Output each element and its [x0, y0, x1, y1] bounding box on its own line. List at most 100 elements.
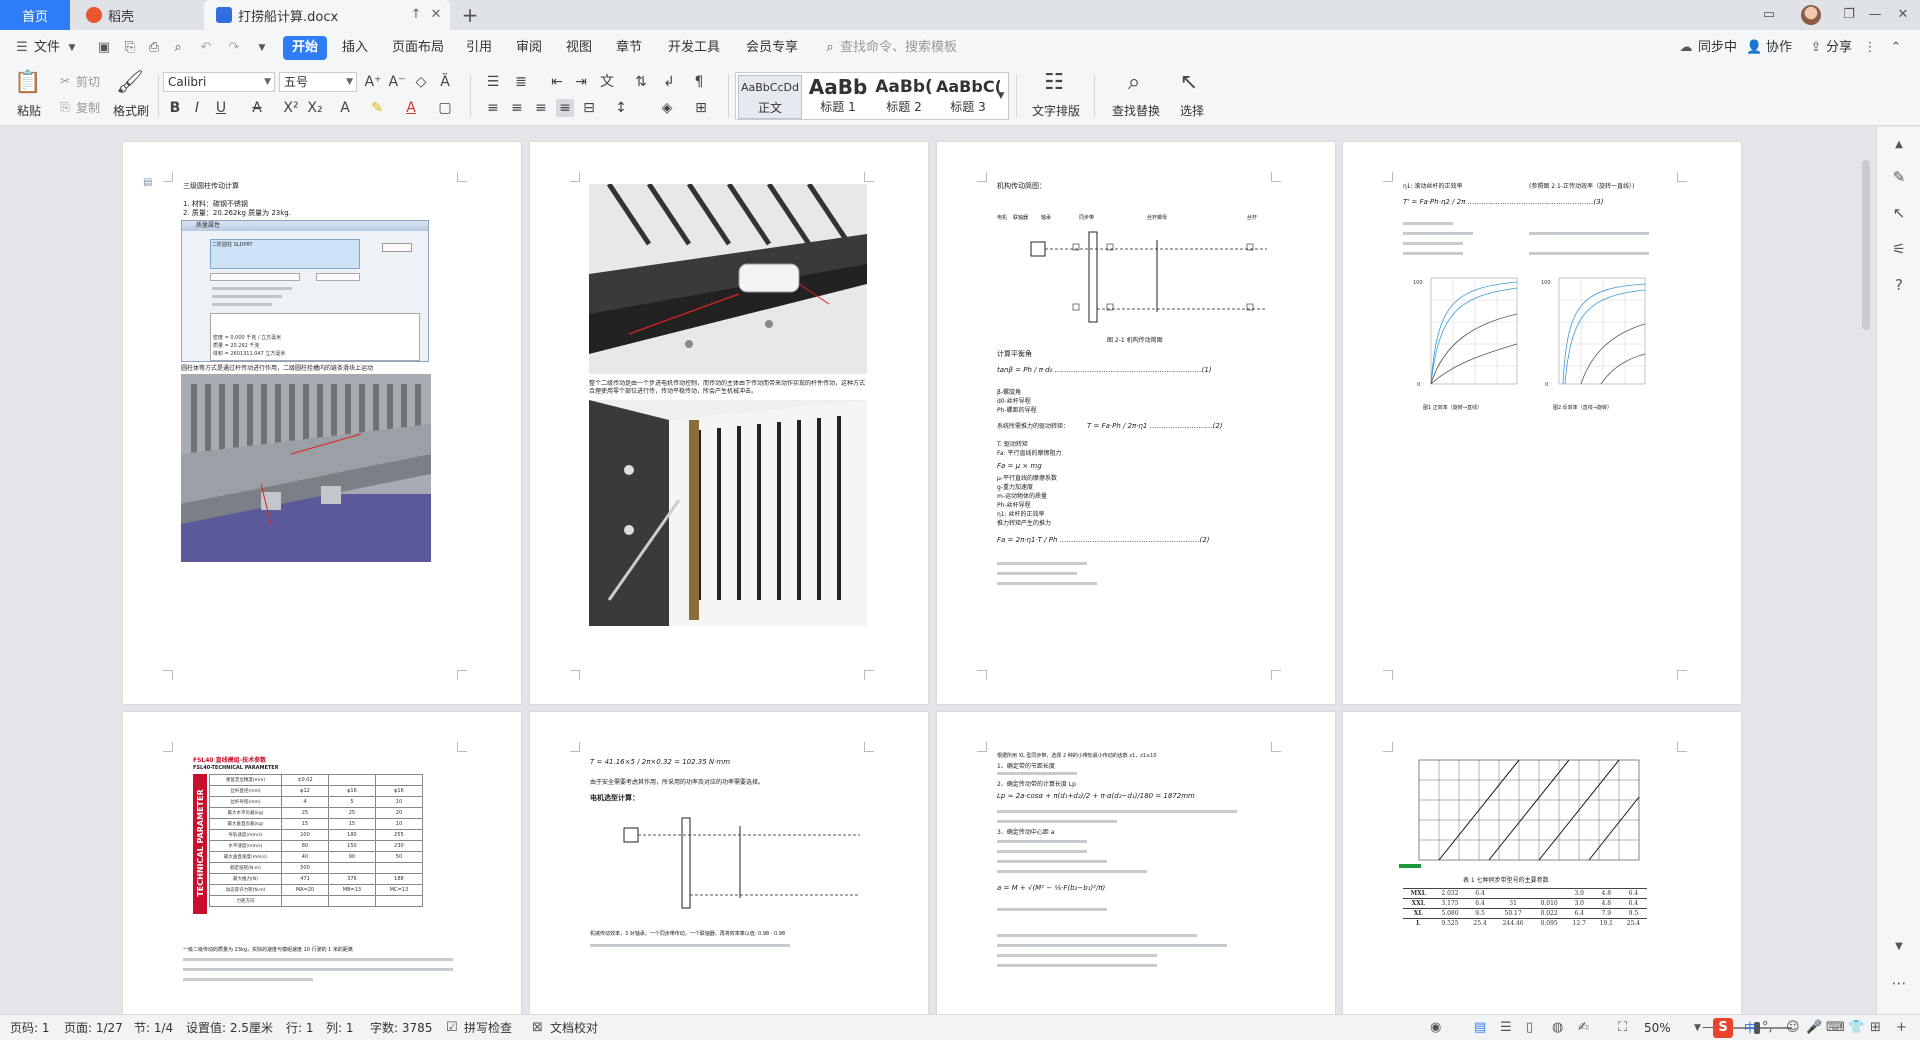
page-3[interactable]: 机构传动简图： 电机 联轴器 轴承 同步带 丝杆螺母 丝杆 图 2-1 机构传动…	[937, 142, 1335, 704]
export-icon[interactable]: ⎘	[122, 40, 138, 56]
chevron-down-icon[interactable]: ▼	[64, 40, 80, 56]
italic-icon[interactable]: I	[188, 99, 206, 117]
paste-icon[interactable]: 📋	[14, 70, 42, 96]
write-mode-icon[interactable]: ✍	[1578, 1020, 1589, 1036]
menu-file[interactable]: 文件	[34, 39, 60, 57]
style-normal[interactable]: AaBbCcDd 正文	[738, 75, 802, 119]
command-search-input[interactable]: 查找命令、搜索模板	[840, 39, 1000, 57]
pointer-icon[interactable]: ↖	[1889, 203, 1909, 223]
font-name-select[interactable]: Calibri ▼	[163, 72, 275, 92]
font-size-select[interactable]: 五号 ▼	[279, 72, 357, 92]
toolbox-grid-icon[interactable]: ⊞	[1870, 1020, 1881, 1036]
style-heading-3[interactable]: AaBbC( 标题 3	[936, 75, 1000, 119]
menu-member[interactable]: 会员专享	[746, 39, 798, 57]
adjust-sliders-icon[interactable]: ⚟	[1889, 239, 1909, 259]
new-tab-button[interactable]: +	[458, 4, 482, 26]
select-button[interactable]: 选择	[1172, 102, 1212, 119]
minimize-icon[interactable]: —	[1862, 4, 1888, 26]
cut-button[interactable]: 剪切	[76, 73, 100, 90]
show-marks-icon[interactable]: ¶	[690, 73, 708, 91]
align-center-icon[interactable]: ≡	[508, 99, 526, 117]
doc-check-button[interactable]: 文档校对	[550, 1020, 598, 1036]
scroll-down-icon[interactable]: ▼	[1889, 937, 1909, 957]
ime-language[interactable]: 中	[1744, 1020, 1756, 1036]
find-replace-button[interactable]: 查找替换	[1104, 102, 1168, 119]
clear-format-icon[interactable]: ◇	[412, 73, 430, 91]
share-button[interactable]: 分享	[1826, 39, 1852, 57]
status-page-count[interactable]: 页面: 1/27	[64, 1020, 123, 1036]
print-preview-icon[interactable]: ⌕	[170, 40, 186, 56]
hamburger-icon[interactable]: ☰	[14, 40, 30, 56]
bullet-list-icon[interactable]: ☰	[484, 73, 502, 91]
select-cursor-icon[interactable]: ↖	[1176, 70, 1202, 96]
page-2[interactable]: 整个二级传动是由一个步进电机传动控制，而传动的主体由下传动而带来动作实现的杆件传…	[530, 142, 928, 704]
doc-outline-icon[interactable]: ▤	[143, 178, 152, 188]
status-word-count[interactable]: 字数: 3785	[370, 1020, 432, 1036]
fit-page-icon[interactable]: ⛶	[1618, 1020, 1627, 1036]
text-layout-button[interactable]: 文字排版	[1024, 102, 1088, 119]
underline-icon[interactable]: U	[212, 99, 230, 117]
sort-icon[interactable]: ⇅	[632, 73, 650, 91]
style-heading-2[interactable]: AaBb( 标题 2	[872, 75, 936, 119]
menu-start[interactable]: 开始	[283, 36, 328, 60]
shrink-font-icon[interactable]: A⁻	[388, 73, 406, 91]
collapse-ribbon-icon[interactable]: ⌃	[1888, 40, 1904, 56]
shading-icon[interactable]: ◈	[658, 99, 676, 117]
scroll-up-icon[interactable]: ▲	[1889, 135, 1909, 155]
close-window-icon[interactable]: ✕	[1890, 4, 1916, 26]
more-dots-icon[interactable]: ⋯	[1889, 973, 1909, 993]
page-1[interactable]: ▤ 三级圆柱传动计算 1. 材料：碳钢不锈钢 2. 质量：20.262kg 质量…	[123, 142, 521, 704]
borders-icon[interactable]: ⊞	[692, 99, 710, 117]
redo-icon[interactable]: ↷	[226, 40, 242, 56]
emoji-icon[interactable]: ☺	[1786, 1020, 1800, 1036]
decrease-indent-icon[interactable]: ⇤	[548, 73, 566, 91]
outline-view-icon[interactable]: ☰	[1500, 1020, 1512, 1036]
menu-chapter[interactable]: 章节	[616, 39, 642, 57]
para-direction-icon[interactable]: ↲	[660, 73, 678, 91]
bold-icon[interactable]: B	[166, 99, 184, 117]
zoom-dropdown-icon[interactable]: ▼	[1694, 1020, 1701, 1036]
page-6[interactable]: T = 41.16×5 / 2π×0.32 = 102.35 N·mm 由于安全…	[530, 712, 928, 1014]
page-8[interactable]: 表 1 七种同步带型号的主要参数 MXL 2.032 6.4 3.0 4.8 6.4 XXL…	[1343, 712, 1741, 1014]
save-icon[interactable]: ▣	[96, 40, 112, 56]
tab-home[interactable]: 首页	[0, 0, 70, 30]
menu-review[interactable]: 审阅	[516, 39, 542, 57]
document-workspace[interactable]: ▤ 三级圆柱传动计算 1. 材料：碳钢不锈钢 2. 质量：20.262kg 质量…	[0, 127, 1876, 1014]
format-painter-icon[interactable]: 🖌	[116, 70, 144, 96]
menu-devtools[interactable]: 开发工具	[668, 39, 720, 57]
paste-button[interactable]: 粘贴	[12, 102, 46, 119]
menu-view[interactable]: 视图	[566, 39, 592, 57]
microphone-icon[interactable]: 🎤	[1806, 1020, 1822, 1036]
zoom-in-icon[interactable]: +	[1896, 1020, 1907, 1036]
increase-indent-icon[interactable]: ⇥	[572, 73, 590, 91]
tab-list-icon[interactable]: ▭	[1756, 4, 1782, 26]
superscript-icon[interactable]: X²	[282, 99, 300, 117]
web-view-icon[interactable]: ◍	[1552, 1020, 1563, 1036]
subscript-icon[interactable]: X₂	[306, 99, 324, 117]
eye-protection-icon[interactable]: ◉	[1430, 1020, 1441, 1036]
keyboard-icon[interactable]: ⌨	[1826, 1020, 1845, 1036]
reading-view-icon[interactable]: ▯	[1526, 1020, 1533, 1036]
zoom-level[interactable]: 50%	[1644, 1020, 1671, 1036]
grow-font-icon[interactable]: A⁺	[364, 73, 382, 91]
vertical-scrollbar[interactable]	[1862, 160, 1870, 330]
style-heading-1[interactable]: AaBb 标题 1	[806, 75, 870, 119]
page-view-icon[interactable]: ▤	[1474, 1020, 1486, 1036]
align-left-icon[interactable]: ≡	[484, 99, 502, 117]
close-tab-icon[interactable]: ✕	[428, 7, 444, 23]
justify-icon[interactable]: ≡	[556, 99, 574, 117]
restore-down-icon[interactable]: ❐	[1836, 4, 1862, 26]
status-section[interactable]: 节: 1/4	[134, 1020, 173, 1036]
menu-insert[interactable]: 插入	[342, 39, 368, 57]
shirt-skin-icon[interactable]: 👕	[1848, 1020, 1864, 1036]
ime-logo-icon[interactable]: S	[1713, 1018, 1733, 1038]
page-7[interactable]: 根据所用 XL 型同步带，选择 2 种的小带轮最小传动的齿数 z1，z1≥10 …	[937, 712, 1335, 1014]
page-4[interactable]: η1: 滚动丝杆的正效率 (参照图 2.1-正传动效率（旋转一直线）) T' =…	[1343, 142, 1741, 704]
spell-check-button[interactable]: 拼写检查	[464, 1020, 512, 1036]
customize-quick-access-icon[interactable]: ▼	[254, 40, 270, 56]
find-replace-icon[interactable]: ⌕	[1120, 70, 1148, 96]
style-gallery-more-icon[interactable]: ▼	[992, 87, 1010, 105]
pen-edit-icon[interactable]: ✎	[1889, 167, 1909, 187]
undo-icon[interactable]: ↶	[198, 40, 214, 56]
font-color-icon[interactable]: A	[402, 99, 420, 117]
